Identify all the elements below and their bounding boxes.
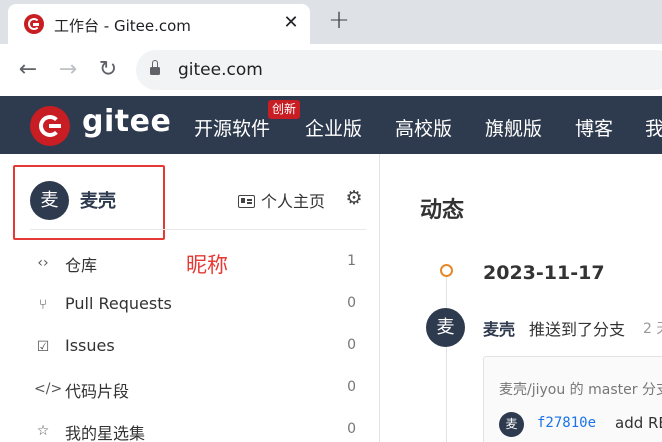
sidebar-divider bbox=[30, 229, 366, 230]
sidebar-item-label: 我的星选集 bbox=[65, 424, 146, 442]
sidebar-item-label: 代码片段 bbox=[65, 382, 130, 401]
feed-date: 2023-11-17 bbox=[483, 262, 605, 284]
browser-toolbar: ← → ↻ gitee.com bbox=[0, 44, 662, 96]
sidebar: 麦 麦壳 个人主页 ⚙ 昵称 ‹› 仓库 1 ⑂ Pull Requests 0… bbox=[0, 154, 380, 442]
forward-button[interactable]: → bbox=[54, 56, 82, 84]
sidebar-item-count: 0 bbox=[347, 295, 356, 311]
personal-homepage-link[interactable]: 个人主页 bbox=[238, 188, 325, 212]
code-icon: ‹› bbox=[37, 255, 49, 271]
sidebar-item-count: 0 bbox=[347, 337, 356, 353]
browser-tab[interactable]: 工作台 - Gitee.com ✕ bbox=[8, 4, 310, 44]
event-action-text: 推送到了分支 bbox=[529, 320, 626, 339]
feed-title: 动态 bbox=[420, 198, 465, 223]
activity-feed: 动态 2023-11-17 麦 麦壳 推送到了分支 2 天 麦壳/jiyou 的… bbox=[381, 154, 662, 442]
event-time: 2 天 bbox=[643, 321, 662, 337]
back-button[interactable]: ← bbox=[14, 56, 42, 84]
nav-open-source[interactable]: 开源软件 bbox=[194, 114, 270, 141]
close-tab-icon[interactable]: ✕ bbox=[280, 12, 302, 34]
commit-card: 麦壳/jiyou 的 master 分支 麦 f27810e add RE bbox=[483, 356, 662, 442]
lock-icon[interactable] bbox=[150, 60, 160, 76]
commit-author-avatar[interactable]: 麦 bbox=[499, 412, 524, 437]
sidebar-item-issues[interactable]: ☑ Issues 0 bbox=[34, 332, 366, 362]
gitee-logo-text[interactable]: gitee bbox=[82, 104, 171, 139]
sidebar-item-star-collections[interactable]: ☆ 我的星选集 0 bbox=[34, 416, 366, 442]
sidebar-item-count: 0 bbox=[347, 379, 356, 395]
sidebar-item-count: 0 bbox=[347, 421, 356, 437]
settings-gear-icon[interactable]: ⚙ bbox=[344, 188, 364, 208]
address-bar[interactable]: gitee.com bbox=[136, 50, 662, 90]
nav-me[interactable]: 我 bbox=[645, 114, 662, 141]
reload-button[interactable]: ↻ bbox=[94, 56, 122, 84]
url-text[interactable]: gitee.com bbox=[178, 60, 263, 80]
gitee-logo-icon[interactable] bbox=[30, 106, 70, 146]
sidebar-item-snippets[interactable]: </> 代码片段 0 bbox=[34, 374, 366, 404]
star-collection-icon: ☆ bbox=[36, 423, 50, 439]
site-header: gitee 开源软件 企业版 高校版 旗舰版 博客 我 bbox=[0, 96, 662, 154]
tab-title: 工作台 - Gitee.com bbox=[54, 17, 191, 35]
sidebar-item-count: 1 bbox=[347, 253, 356, 269]
new-tab-button[interactable]: + bbox=[326, 7, 352, 34]
sidebar-item-label: 仓库 bbox=[65, 256, 98, 275]
snippet-icon: </> bbox=[34, 381, 63, 397]
pull-request-icon: ⑂ bbox=[38, 297, 48, 313]
issues-icon: ☑ bbox=[36, 339, 50, 355]
nav-flagship[interactable]: 旗舰版 bbox=[485, 114, 542, 141]
commit-hash-link[interactable]: f27810e bbox=[537, 415, 596, 431]
commit-repo-branch[interactable]: 麦壳/jiyou 的 master 分支 bbox=[499, 379, 662, 399]
homepage-label: 个人主页 bbox=[261, 192, 326, 211]
sidebar-item-pull-requests[interactable]: ⑂ Pull Requests 0 bbox=[34, 290, 366, 320]
sidebar-item-label: Pull Requests bbox=[65, 294, 172, 313]
nav-education[interactable]: 高校版 bbox=[395, 114, 452, 141]
timeline-line bbox=[446, 276, 447, 442]
sidebar-item-repositories[interactable]: ‹› 仓库 1 bbox=[34, 248, 366, 278]
nav-enterprise[interactable]: 企业版 bbox=[305, 114, 362, 141]
commit-message: add RE bbox=[615, 414, 662, 432]
event-user-avatar[interactable]: 麦 bbox=[426, 308, 465, 347]
innovation-badge: 创新 bbox=[268, 100, 301, 119]
id-card-icon bbox=[238, 195, 255, 208]
sidebar-item-label: Issues bbox=[65, 336, 115, 355]
nav-blog[interactable]: 博客 bbox=[575, 114, 613, 141]
browser-tabstrip: 工作台 - Gitee.com ✕ + bbox=[0, 0, 662, 44]
gitee-favicon-icon bbox=[24, 14, 44, 34]
timeline-dot-icon bbox=[440, 264, 453, 277]
event-user-link[interactable]: 麦壳 bbox=[483, 316, 515, 340]
